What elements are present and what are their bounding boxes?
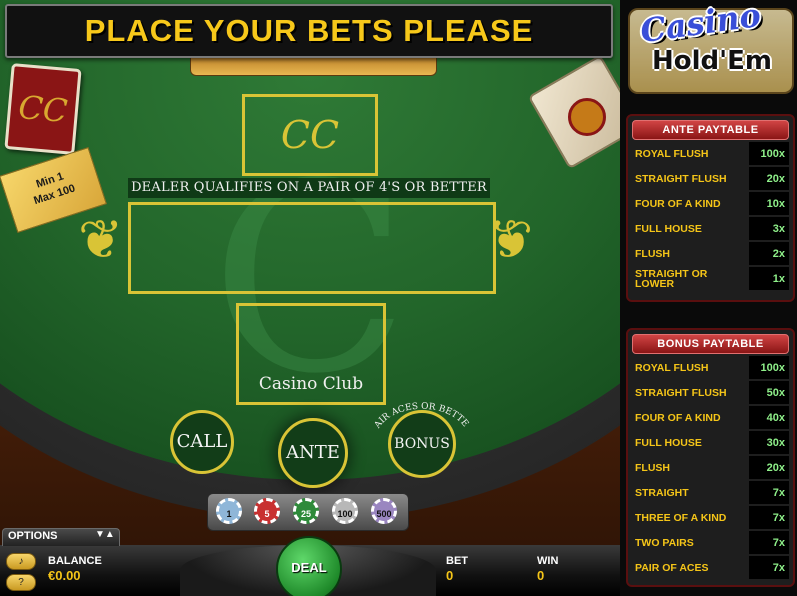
paytable-row: PAIR OF ACES 7x [632,556,789,579]
player-box-label: Casino Club [258,374,364,394]
bet-label: BET [446,555,468,567]
deal-button[interactable]: DEAL [276,536,342,596]
chip-25[interactable]: 25 [293,498,319,524]
payout-value: 7x [749,481,789,504]
deck-logo: CC [16,87,70,131]
ante-bet-circle[interactable]: ANTE [278,418,348,488]
bonus-paytable-rows: ROYAL FLUSH 100x STRAIGHT FLUSH 50x FOUR OF … [628,356,793,579]
paytable-row: ROYAL FLUSH 100x [632,356,789,379]
payout-value: 7x [749,531,789,554]
game-status-title: PLACE YOUR BETS PLEASE [84,13,534,48]
game-area: C CC Min 1 Max 100 CC ❦ ❦ DEALER QUALIFI… [0,0,620,596]
payout-value: 100x [749,356,789,379]
hand-name: FULL HOUSE [635,436,702,449]
hand-name: FULL HOUSE [635,222,702,235]
payout-value: 20x [749,167,789,190]
balance-label: BALANCE [48,555,102,567]
chip-500[interactable]: 500 [371,498,397,524]
paytable-row: ROYAL FLUSH 100x [632,142,789,165]
paytable-row: STRAIGHT 7x [632,481,789,504]
bonus-bet-circle[interactable]: BONUS [388,410,456,478]
call-bet-circle[interactable]: CALL [170,410,234,474]
chip-5[interactable]: 5 [254,498,280,524]
paytable-row: FOUR OF A KIND 40x [632,406,789,429]
speaker-icon[interactable]: ♪ [6,553,36,570]
paytable-row: FLUSH 20x [632,456,789,479]
payout-value: 7x [749,556,789,579]
bonus-paytable-title: BONUS PAYTABLE [632,334,789,354]
paytable-row: FLUSH 2x [632,242,789,265]
payout-value: 1x [749,267,789,290]
payout-value: 100x [749,142,789,165]
community-cards-box [128,202,496,294]
payout-value: 2x [749,242,789,265]
brand-logo-holdem: Hold'Em [652,46,772,76]
hand-name: STRAIGHT OR LOWER [635,267,708,290]
bet-value: 0 [446,568,454,583]
ornament-left-icon: ❦ [78,208,124,271]
dealer-qualify-text: DEALER QUALIFIES ON A PAIR OF 4'S OR BET… [128,178,490,198]
win-label: WIN [537,555,559,567]
chip-1[interactable]: 1 [216,498,242,524]
payout-value: 30x [749,431,789,454]
paytable-row: FULL HOUSE 30x [632,431,789,454]
hand-name: STRAIGHT FLUSH [635,172,727,185]
payout-value: 7x [749,506,789,529]
payout-value: 40x [749,406,789,429]
win-value: 0 [537,568,545,583]
hand-name: FOUR OF A KIND [635,197,721,210]
paytable-row: STRAIGHT OR LOWER 1x [632,267,789,290]
payout-value: 10x [749,192,789,215]
paytable-row: STRAIGHT FLUSH 50x [632,381,789,404]
options-label[interactable]: OPTIONS [8,530,58,542]
hand-name: FLUSH [635,461,670,474]
chip-100[interactable]: 100 [332,498,358,524]
paytable-row: FULL HOUSE 3x [632,217,789,240]
payout-value: 20x [749,456,789,479]
hand-name: FOUR OF A KIND [635,411,721,424]
ante-paytable-rows: ROYAL FLUSH 100x STRAIGHT FLUSH 20x FOUR OF … [628,142,793,290]
options-toggle-icon[interactable]: ▼▲ [95,529,115,540]
hand-name: STRAIGHT [635,486,689,499]
shoe-logo-icon [568,98,606,136]
paytable-row: FOUR OF A KIND 10x [632,192,789,215]
hand-name: STRAIGHT FLUSH [635,386,727,399]
hand-name: ROYAL FLUSH [635,361,709,374]
hand-name: FLUSH [635,247,670,260]
balance-value: €0.00 [48,568,81,583]
payout-value: 50x [749,381,789,404]
dealer-box-logo: CC [280,113,340,157]
hand-name: TWO PAIRS [635,536,694,549]
hand-name: THREE OF A KIND [635,511,727,524]
ante-paytable: ANTE PAYTABLE ROYAL FLUSH 100x STRAIGHT FL… [626,114,795,302]
hand-name: ROYAL FLUSH [635,147,709,160]
paytable-row: THREE OF A KIND 7x [632,506,789,529]
question-icon[interactable]: ? [6,574,36,591]
hand-name: PAIR OF ACES [635,561,709,574]
paytable-row: TWO PAIRS 7x [632,531,789,554]
bonus-paytable: BONUS PAYTABLE ROYAL FLUSH 100x STRAIGHT F… [626,328,795,587]
payout-value: 3x [749,217,789,240]
paytable-row: STRAIGHT FLUSH 20x [632,167,789,190]
ante-paytable-title: ANTE PAYTABLE [632,120,789,140]
title-banner: PLACE YOUR BETS PLEASE [5,4,613,58]
card-deck: CC [4,63,82,155]
